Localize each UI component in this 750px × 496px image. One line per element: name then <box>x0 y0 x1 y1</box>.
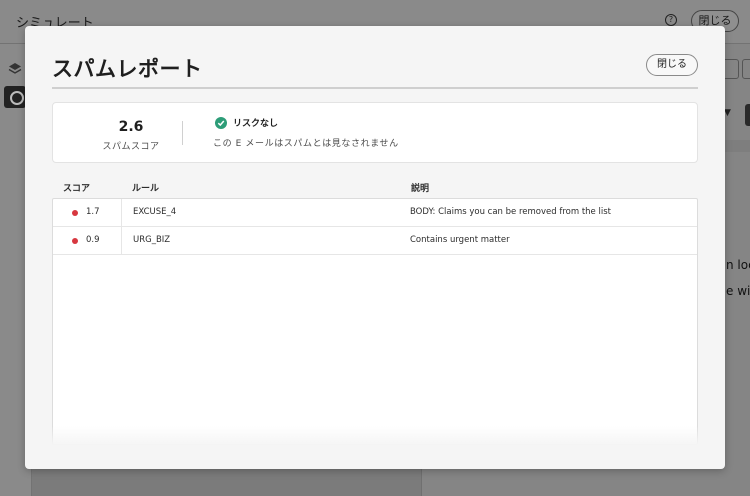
row-score: 0.9 <box>86 235 100 245</box>
help-icon[interactable]: ? <box>665 14 677 26</box>
dialog-title: スパムレポート <box>52 57 203 81</box>
table-fade <box>52 426 698 445</box>
table-row[interactable]: 1.7 EXCUSE_4 BODY: Claims you can be rem… <box>53 199 697 227</box>
background-text: n loca <box>726 258 750 272</box>
user-avatar[interactable] <box>4 86 26 108</box>
panel-bar <box>724 140 750 152</box>
risk-description: この E メールはスパムとは見なされません <box>213 139 399 149</box>
row-rule: EXCUSE_4 <box>133 207 177 217</box>
score-divider <box>182 121 183 145</box>
close-button[interactable]: 閉じる <box>646 54 698 76</box>
column-header-rule: ルール <box>132 184 160 194</box>
background-text: e will <box>726 284 750 298</box>
column-header-description: 説明 <box>411 184 430 194</box>
check-circle-icon <box>215 117 227 129</box>
cell-divider <box>121 227 122 255</box>
status-dot-icon <box>72 210 78 216</box>
spam-report-dialog: スパムレポート 閉じる 2.6 スパムスコア リスクなし この E メールはスパ… <box>25 26 725 469</box>
row-description: Contains urgent matter <box>410 235 510 245</box>
chevron-down-icon[interactable]: ▼ <box>724 108 731 118</box>
spam-score-label: スパムスコア <box>102 142 160 152</box>
row-description: BODY: Claims you can be removed from the… <box>410 207 611 217</box>
table-header: スコア ルール 説明 <box>52 179 698 199</box>
row-score: 1.7 <box>86 207 100 217</box>
rules-table: 1.7 EXCUSE_4 BODY: Claims you can be rem… <box>52 198 698 445</box>
table-row[interactable]: 0.9 URG_BIZ Contains urgent matter <box>53 227 697 255</box>
row-rule: URG_BIZ <box>133 235 171 245</box>
dark-button[interactable] <box>745 104 750 126</box>
spam-score-card: 2.6 スパムスコア リスクなし この E メールはスパムとは見なされません <box>52 102 698 163</box>
panel-button[interactable] <box>742 59 750 79</box>
status-dot-icon <box>72 238 78 244</box>
layers-icon[interactable] <box>8 62 22 76</box>
cell-divider <box>121 199 122 227</box>
title-divider <box>52 87 698 89</box>
risk-status: リスクなし <box>233 119 279 129</box>
column-header-score: スコア <box>63 184 91 194</box>
spam-score-value: 2.6 <box>118 119 144 135</box>
